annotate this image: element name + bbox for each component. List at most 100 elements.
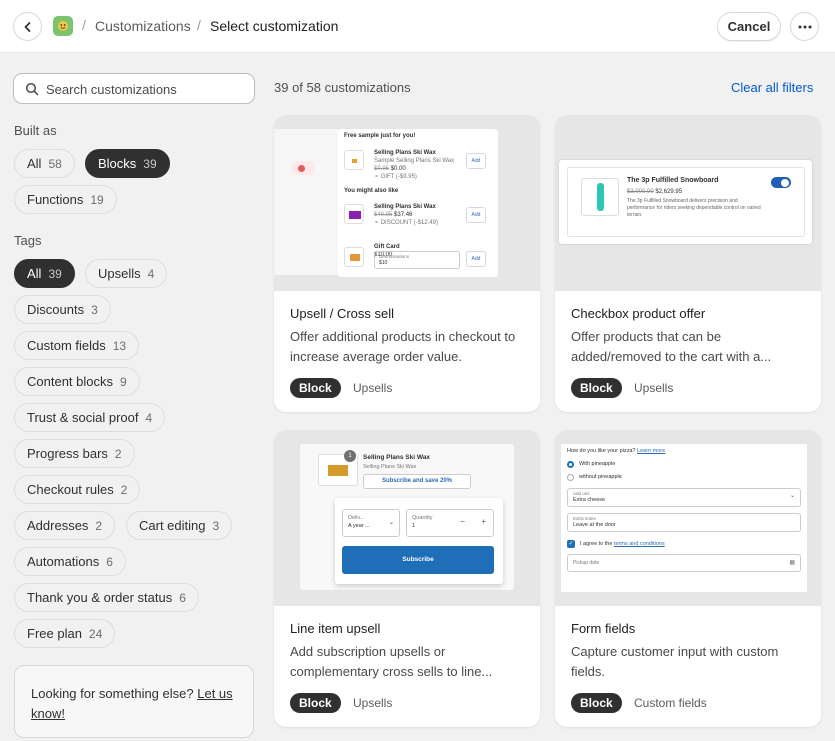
quantity-badge: 1 [344,450,356,462]
product-price: $37.46 [394,212,413,218]
subscribe-popover: Deliv... A year ... ⌄ Quantity 1 − + Sub… [335,498,503,584]
filter-tag-progress-bars[interactable]: Progress bars 2 [14,439,135,468]
gift-discount: GIFT (-$9.95) [380,174,417,180]
add-button: Add [466,207,486,223]
product-name: Selling Plans Ski Wax [374,150,436,156]
delivery-select: Deliv... A year ... ⌄ [342,509,400,537]
filter-tag-free-plan[interactable]: Free plan 24 [14,619,116,648]
arrow-left-icon [24,21,30,32]
chip-label: Functions [27,192,84,207]
card-preview-image: 1 Selling Plans Ski Wax Selling Plans Sk… [274,430,540,606]
customization-card-checkbox-product-offer[interactable]: The 3p Fulfilled Snowboard $3,000.00 $2,… [555,115,821,412]
snowboard-thumbnail [581,178,619,216]
chip-count: 3 [212,518,220,533]
card-type-badge: Block [290,378,341,398]
card-type-badge: Block [290,693,341,713]
chip-label: Content blocks [27,374,113,389]
filter-tag-cart-editing[interactable]: Cart editing 3 [126,511,233,540]
result-count: 39 of 58 customizations [274,80,411,95]
preview-bg-panel [274,129,338,275]
card-title: Checkbox product offer [571,306,706,321]
filter-tag-all[interactable]: All 39 [14,259,75,288]
card-tag: Upsells [353,696,393,710]
card-preview-image: Free sample just for you! Selling Plans … [274,115,540,291]
radio-selected [567,461,574,468]
card-tag: Custom fields [634,696,707,710]
chip-label: Progress bars [27,446,108,461]
product-old-price: $49.95 [374,212,393,218]
filter-built-functions[interactable]: Functions 19 [14,185,117,214]
chip-label: Custom fields [27,338,106,353]
denominations-select: Denominations $10 [374,251,460,269]
chip-label: All [27,266,42,281]
upsell-preview-panel: Free sample just for you! Selling Plans … [338,129,498,277]
chip-count: 2 [95,518,103,533]
filter-built-blocks[interactable]: Blocks 39 [85,149,170,178]
top-bar: / Customizations / Select customization … [0,0,835,53]
filter-built-all[interactable]: All 58 [14,149,75,178]
product-thumbnail [344,204,364,224]
discount-amount: DISCOUNT (-$12.49) [380,220,438,226]
subscribe-button: Subscribe [342,546,494,574]
line-item-name: Selling Plans Ski Wax [363,454,430,461]
card-tag: Upsells [353,381,393,395]
filter-tag-discounts[interactable]: Discounts 3 [14,295,111,324]
line-item-preview: 1 Selling Plans Ski Wax Selling Plans Sk… [300,444,514,590]
card-description: Offer products that can be added/removed… [571,329,772,364]
feedback-text: Looking for something else? [31,686,194,701]
built-as-label: Built as [14,123,57,138]
app-logo-icon[interactable] [53,16,73,36]
chip-count: 13 [112,338,127,353]
chip-label: Discounts [27,302,85,317]
quantity-stepper: Quantity 1 − + [406,509,494,537]
product-price: $0.00 [390,166,406,172]
select-value: $10 [379,260,388,266]
breadcrumb-customizations[interactable]: Customizations [95,18,191,34]
customization-card-line-item-upsell[interactable]: 1 Selling Plans Ski Wax Selling Plans Sk… [274,430,540,727]
filter-tag-content-blocks[interactable]: Content blocks 9 [14,367,140,396]
radio-option-label: without pineapple [579,474,622,480]
filter-tag-thank-you-order-status[interactable]: Thank you & order status 6 [14,583,199,612]
offer-product-name: The 3p Fulfilled Snowboard [627,177,719,184]
field-value: Leave at the door [573,522,616,528]
more-actions-button[interactable] [790,12,819,41]
calendar-icon: ▦ [789,560,795,566]
select-label: Deliv... [348,515,365,521]
clear-all-filters-link[interactable]: Clear all filters [731,80,813,95]
card-type-badge: Block [571,378,622,398]
stepper-label: Quantity [412,515,433,521]
chip-count: 3 [91,302,98,317]
customization-card-form-fields[interactable]: How do you like your pizza? Learn more W… [555,430,821,727]
chip-label: Thank you & order status [27,590,173,605]
chip-count: 6 [106,554,113,569]
chip-count: 19 [90,192,104,207]
customization-card-upsell-cross-sell[interactable]: Free sample just for you! Selling Plans … [274,115,540,412]
filter-tag-trust-social-proof[interactable]: Trust & social proof 4 [14,403,166,432]
search-field[interactable] [13,73,255,104]
select-value: Extra cheese [573,497,606,503]
chip-label: Free plan [27,626,82,641]
product-thumbnail [344,150,364,170]
filter-tag-upsells[interactable]: Upsells 4 [85,259,168,288]
filter-tag-custom-fields[interactable]: Custom fields 13 [14,331,140,360]
filter-tag-automations[interactable]: Automations 6 [14,547,126,576]
back-button[interactable] [13,12,42,41]
card-preview-image: The 3p Fulfilled Snowboard $3,000.00 $2,… [555,115,821,291]
terms-link: terms and conditions [613,541,665,547]
search-input[interactable] [46,80,246,98]
chip-count: 58 [48,156,62,171]
breadcrumb-separator: / [197,17,201,33]
product-name: Gift Card [374,244,400,250]
card-title: Upsell / Cross sell [290,306,395,321]
line-item-subtitle: Selling Plans Ski Wax [363,464,417,470]
card-title: Form fields [571,621,636,636]
add-button: Add [466,153,486,169]
filter-tag-addresses[interactable]: Addresses 2 [14,511,116,540]
breadcrumb-separator: / [82,17,86,33]
filter-tag-checkout-rules[interactable]: Checkout rules 2 [14,475,141,504]
card-description: Capture customer input with custom field… [571,644,779,679]
cancel-button[interactable]: Cancel [717,12,781,41]
form-fields-preview: How do you like your pizza? Learn more W… [561,444,807,592]
chip-label: All [27,156,42,171]
field-label: Pickup date [573,560,600,566]
